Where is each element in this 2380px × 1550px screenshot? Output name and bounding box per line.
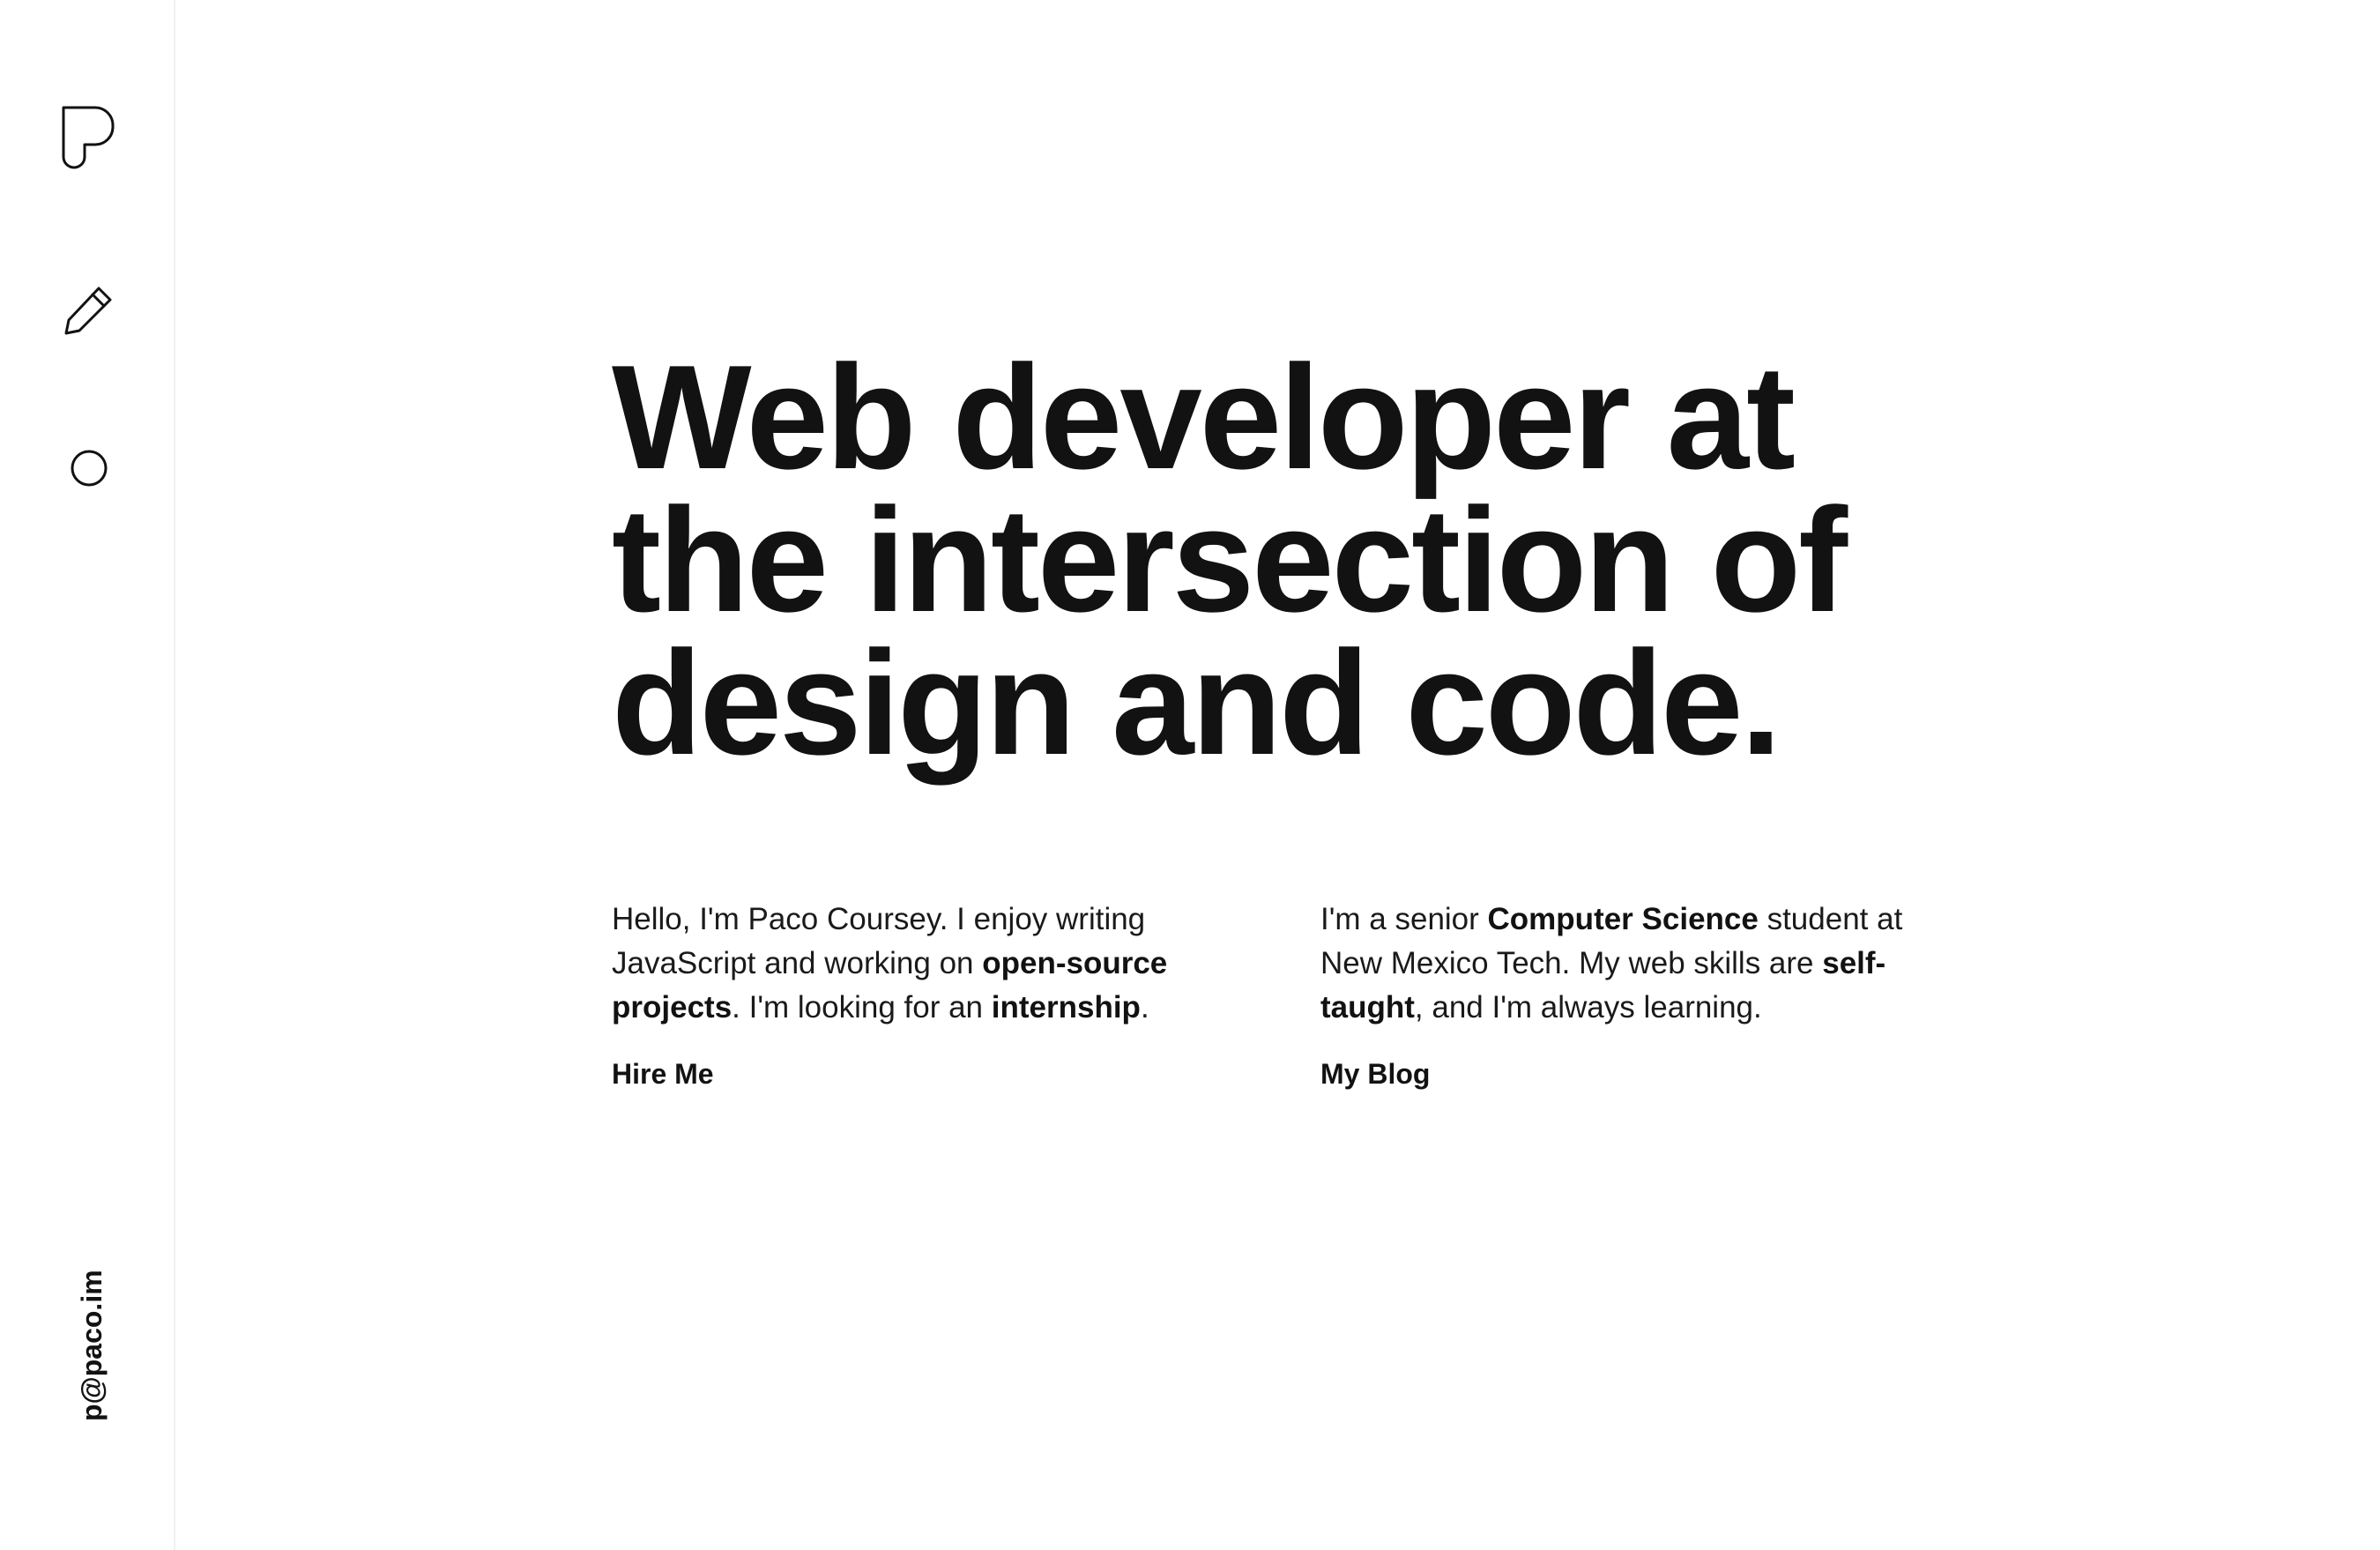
circle-icon[interactable] xyxy=(70,449,108,488)
bio-text: , and I'm always learning. xyxy=(1414,990,1762,1025)
pencil-icon[interactable] xyxy=(62,284,115,337)
headline-line: Web developer at xyxy=(612,334,1796,500)
hero-headline: Web developer at the intersection of des… xyxy=(612,334,1987,786)
bio-paragraph: I'm a senior Computer Science student at… xyxy=(1320,898,1955,1030)
intro-left-column: Hello, I'm Paco Coursey. I enjoy writing… xyxy=(612,898,1246,1091)
logo-p-icon[interactable] xyxy=(60,104,116,171)
headline-line: the intersection of xyxy=(612,477,1848,643)
my-blog-link[interactable]: My Blog xyxy=(1320,1058,1430,1091)
email-link[interactable]: p@paco.im xyxy=(76,1270,108,1421)
bio-text: I'm a senior xyxy=(1320,902,1488,936)
intro-right-column: I'm a senior Computer Science student at… xyxy=(1320,898,1955,1091)
sidebar: p@paco.im xyxy=(0,0,175,1550)
intro-bold-text: internship xyxy=(991,990,1141,1025)
headline-line: design and code. xyxy=(612,620,1781,786)
intro-text: . I'm looking for an xyxy=(732,990,992,1025)
bio-bold-text: Computer Science xyxy=(1487,902,1759,936)
hire-me-link[interactable]: Hire Me xyxy=(612,1058,714,1091)
intro-text: . xyxy=(1140,990,1149,1025)
intro-paragraph: Hello, I'm Paco Coursey. I enjoy writing… xyxy=(612,898,1246,1030)
